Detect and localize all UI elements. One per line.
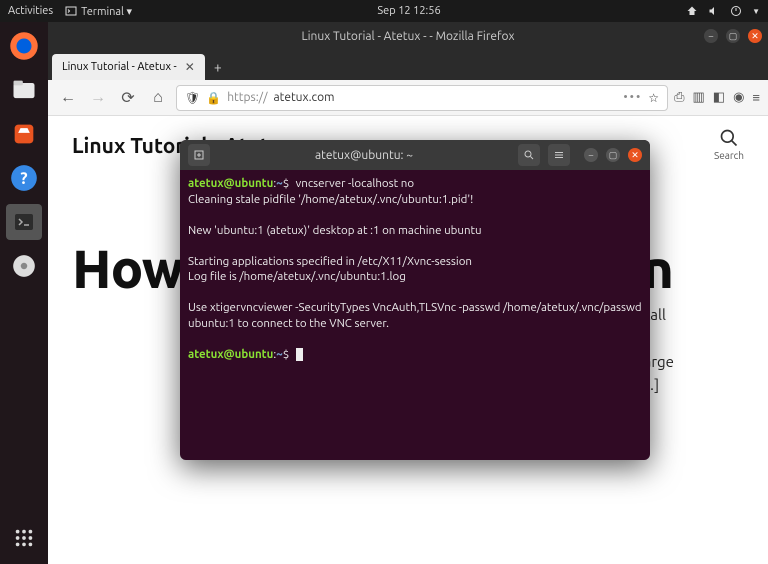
svg-text:?: ?	[20, 170, 27, 188]
dock-help[interactable]: ?	[6, 160, 42, 196]
terminal-search-button[interactable]	[518, 144, 540, 166]
account-icon[interactable]: ◉	[733, 90, 744, 105]
search-button[interactable]: Search	[714, 128, 744, 161]
shield-icon: 🛡	[185, 91, 200, 105]
dock-terminal[interactable]	[6, 204, 42, 240]
window-title: Linux Tutorial - Atetux - - Mozilla Fire…	[301, 30, 514, 43]
terminal-title: atetux@ubuntu: ~	[218, 149, 510, 162]
library-icon[interactable]: ▥	[692, 90, 704, 105]
search-icon	[719, 128, 739, 148]
tab-strip: Linux Tutorial - Atetux - ✕ +	[48, 50, 768, 80]
terminal-maximize-button[interactable]: ▢	[606, 148, 620, 162]
terminal-close-button[interactable]: ✕	[628, 148, 642, 162]
activities-button[interactable]: Activities	[8, 5, 53, 17]
dock-show-apps[interactable]	[6, 520, 42, 556]
bookmark-icon[interactable]: ☆	[648, 91, 659, 105]
power-icon	[730, 5, 742, 17]
apps-grid-icon	[13, 527, 35, 549]
volume-icon	[708, 5, 720, 17]
hamburger-icon	[553, 149, 565, 161]
close-button[interactable]: ✕	[748, 29, 762, 43]
terminal-output[interactable]: atetux@ubuntu:~$ vncserver -localhost no…	[180, 170, 650, 460]
clock[interactable]: Sep 12 12:56	[377, 5, 440, 17]
tab-title: Linux Tutorial - Atetux -	[62, 61, 177, 73]
firefox-titlebar: Linux Tutorial - Atetux - - Mozilla Fire…	[48, 22, 768, 50]
home-button[interactable]: ⌂	[146, 86, 170, 110]
cursor	[296, 348, 303, 361]
terminal-minimize-button[interactable]: –	[584, 148, 598, 162]
nav-toolbar: ← → ⟳ ⌂ 🛡 🔒 https:// atetux.com ••• ☆ ⎙ ▥…	[48, 80, 768, 116]
plus-box-icon	[193, 149, 205, 161]
dock-firefox[interactable]	[6, 28, 42, 64]
terminal-menu-button[interactable]	[548, 144, 570, 166]
sidebar-icon[interactable]: ◧	[713, 90, 725, 105]
forward-button[interactable]: →	[86, 86, 110, 110]
tab-close-icon[interactable]: ✕	[185, 60, 195, 74]
search-label: Search	[714, 150, 744, 161]
minimize-button[interactable]: –	[704, 29, 718, 43]
chevron-down-icon: ▼	[752, 7, 760, 16]
help-icon: ?	[10, 164, 38, 192]
page-actions-icon[interactable]: •••	[623, 91, 642, 104]
disc-icon	[11, 253, 37, 279]
terminal-titlebar: atetux@ubuntu: ~ – ▢ ✕	[180, 140, 650, 170]
back-button[interactable]: ←	[56, 86, 80, 110]
terminal-window: atetux@ubuntu: ~ – ▢ ✕ atetux@ubuntu:~$ …	[180, 140, 650, 460]
network-icon	[686, 5, 698, 17]
files-icon	[10, 76, 38, 104]
terminal-icon	[65, 5, 77, 17]
software-icon	[10, 120, 38, 148]
menu-icon[interactable]: ≡	[752, 90, 760, 105]
dock-disc[interactable]	[6, 248, 42, 284]
terminal-app-icon	[12, 210, 36, 234]
search-icon	[523, 149, 535, 161]
ubuntu-dock: ?	[0, 22, 48, 564]
url-host: atetux.com	[273, 91, 334, 104]
firefox-icon	[9, 31, 39, 61]
reload-button[interactable]: ⟳	[116, 86, 140, 110]
lock-icon: 🔒	[206, 91, 221, 105]
app-menu[interactable]: Terminal ▾	[65, 5, 132, 18]
new-tab-button[interactable]: +	[205, 54, 231, 80]
dock-software[interactable]	[6, 116, 42, 152]
system-tray[interactable]: ▼	[686, 5, 760, 17]
tab-active[interactable]: Linux Tutorial - Atetux - ✕	[52, 54, 205, 80]
gnome-top-bar: Activities Terminal ▾ Sep 12 12:56 ▼	[0, 0, 768, 22]
url-protocol: https://	[227, 91, 267, 104]
dock-files[interactable]	[6, 72, 42, 108]
url-bar[interactable]: 🛡 🔒 https:// atetux.com ••• ☆	[176, 85, 668, 111]
terminal-new-tab-button[interactable]	[188, 144, 210, 166]
downloads-icon[interactable]: ⎙	[674, 90, 684, 105]
maximize-button[interactable]: ▢	[726, 29, 740, 43]
